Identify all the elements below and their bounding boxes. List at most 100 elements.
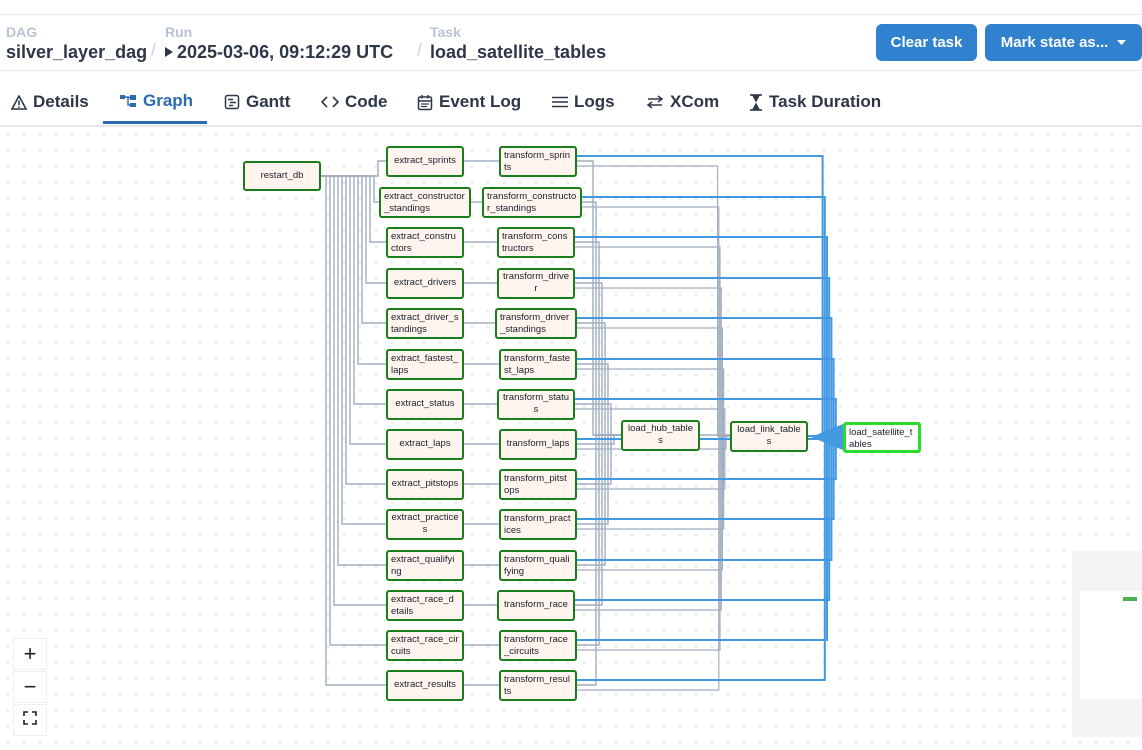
task-node-extract[interactable]: extract_status bbox=[386, 388, 464, 420]
tab-graph[interactable]: Graph bbox=[103, 80, 207, 124]
edge-transform-to-link bbox=[577, 435, 730, 571]
task-node-extract[interactable]: extract_drivers bbox=[386, 267, 464, 299]
minimap-node-marker bbox=[1123, 597, 1137, 601]
task-node-extract[interactable]: extract_fastest_laps bbox=[386, 348, 464, 380]
mark-state-label: Mark state as... bbox=[1000, 34, 1109, 51]
edge-transform-to-link bbox=[577, 435, 730, 651]
minimap-viewport bbox=[1080, 591, 1142, 699]
task-node-transform[interactable]: transform_sprints bbox=[499, 145, 577, 177]
chevron-down-icon bbox=[1117, 39, 1127, 46]
task-node-extract[interactable]: extract_results bbox=[386, 669, 464, 701]
task-node-extract[interactable]: extract_practices bbox=[386, 508, 464, 540]
dag-graph-canvas[interactable]: restart_db extract_sprints extract_constru… bbox=[0, 127, 1142, 750]
tab-gantt[interactable]: Gantt bbox=[224, 80, 290, 124]
header-divider bbox=[0, 70, 1142, 71]
breadcrumb-run-value[interactable]: 2025-03-06, 09:12:29 UTC bbox=[177, 41, 393, 63]
code-icon bbox=[321, 96, 339, 108]
breadcrumb-separator: / bbox=[151, 40, 157, 60]
edge-transform-to-satellite bbox=[575, 236, 831, 438]
breadcrumb-run[interactable]: Run 2025-03-06, 09:12:29 UTC bbox=[165, 25, 393, 63]
tab-details-label: Details bbox=[33, 92, 89, 111]
task-node-transform[interactable]: transform_race bbox=[497, 589, 575, 621]
tab-code[interactable]: Code bbox=[321, 80, 388, 124]
task-node-load-hub-tables[interactable]: load_hub_tables bbox=[621, 419, 700, 451]
calendar-icon bbox=[417, 94, 433, 111]
edge-transform-to-hub bbox=[577, 434, 621, 646]
breadcrumb-separator: / bbox=[417, 40, 423, 60]
breadcrumb-task-value[interactable]: load_satellite_tables bbox=[430, 41, 606, 63]
breadcrumb-dag-value[interactable]: silver_layer_dag bbox=[6, 41, 147, 63]
breadcrumb-task[interactable]: Task load_satellite_tables bbox=[430, 25, 606, 63]
breadcrumb-dag-label: DAG bbox=[6, 24, 38, 40]
task-node-transform[interactable]: transform_driver_standings bbox=[495, 307, 577, 339]
arrows-icon bbox=[646, 95, 664, 109]
breadcrumb-run-label: Run bbox=[165, 24, 193, 40]
mark-state-button[interactable]: Mark state as... bbox=[985, 24, 1142, 61]
breadcrumb-dag[interactable]: DAG silver_layer_dag bbox=[6, 25, 147, 63]
edge-transform-to-hub bbox=[575, 241, 621, 436]
clear-task-button[interactable]: Clear task bbox=[876, 24, 977, 61]
fit-view-icon bbox=[23, 710, 37, 730]
edge-transform-to-satellite bbox=[577, 155, 831, 438]
tab-gantt-label: Gantt bbox=[246, 92, 291, 111]
edge-transform-to-link bbox=[575, 246, 730, 437]
zoom-out-button[interactable]: − bbox=[13, 671, 47, 703]
task-node-extract[interactable]: extract_pitstops bbox=[386, 468, 464, 500]
zoom-in-button[interactable]: + bbox=[13, 638, 47, 670]
warning-icon bbox=[11, 94, 27, 110]
tab-graph-label: Graph bbox=[143, 90, 194, 110]
task-node-transform[interactable]: transform_driver bbox=[497, 267, 575, 299]
task-node-transform[interactable]: transform_race_circuits bbox=[499, 629, 577, 661]
list-icon bbox=[552, 96, 568, 108]
tab-event-log-label: Event Log bbox=[439, 92, 522, 111]
edge-transform-to-link bbox=[575, 435, 730, 611]
edge-root-to-extract bbox=[321, 175, 386, 405]
tab-xcom[interactable]: XCom bbox=[646, 80, 719, 124]
task-node-transform[interactable]: transform_laps bbox=[499, 428, 577, 460]
task-node-transform[interactable]: transform_constructor_standings bbox=[482, 186, 582, 218]
task-node-extract[interactable]: extract_driver_standings bbox=[386, 307, 464, 339]
caret-right-icon bbox=[165, 47, 173, 57]
task-node-extract[interactable]: extract_constructors bbox=[386, 226, 464, 258]
task-node-transform[interactable]: transform_fastest_laps bbox=[499, 348, 577, 380]
task-node-extract[interactable]: extract_race_details bbox=[386, 589, 464, 621]
edge-transform-to-link bbox=[582, 206, 730, 437]
edge-transform-to-link bbox=[575, 287, 730, 437]
task-node-extract[interactable]: extract_qualifying bbox=[386, 549, 464, 581]
edge-transform-to-link bbox=[577, 435, 730, 691]
task-node-extract[interactable]: extract_constructor_standings bbox=[379, 186, 471, 218]
task-node-load-satellite-tables[interactable]: load_satellite_tables bbox=[843, 421, 921, 453]
edge-transform-to-satellite bbox=[577, 317, 833, 438]
tab-logs[interactable]: Logs bbox=[552, 80, 615, 124]
tab-task-duration-label: Task Duration bbox=[769, 92, 882, 111]
task-node-extract[interactable]: extract_laps bbox=[386, 428, 464, 460]
task-node-transform[interactable]: transform_pitstops bbox=[499, 468, 577, 500]
tab-logs-label: Logs bbox=[574, 92, 615, 111]
graph-icon bbox=[119, 94, 137, 108]
edge-transform-to-satellite bbox=[575, 277, 831, 438]
task-node-transform[interactable]: transform_status bbox=[497, 388, 575, 420]
task-node-load-link-tables[interactable]: load_link_tables bbox=[730, 420, 808, 452]
gantt-icon bbox=[224, 94, 240, 110]
edge-root-to-extract bbox=[321, 160, 386, 177]
tab-bar: Details Graph Gantt Code Event Log Logs … bbox=[0, 80, 1142, 126]
task-node-transform[interactable]: transform_practices bbox=[499, 508, 577, 540]
tab-xcom-label: XCom bbox=[670, 92, 720, 111]
fit-view-button[interactable] bbox=[13, 704, 47, 736]
edge-transform-to-satellite bbox=[577, 436, 831, 681]
breadcrumb-task-label: Task bbox=[430, 24, 461, 40]
hourglass-icon bbox=[749, 93, 763, 111]
top-strip bbox=[0, 0, 1142, 15]
tab-event-log[interactable]: Event Log bbox=[417, 80, 521, 124]
task-node-extract[interactable]: extract_race_circuits bbox=[386, 629, 464, 661]
tab-code-label: Code bbox=[345, 92, 388, 111]
edge-transform-to-satellite bbox=[577, 436, 833, 561]
tab-task-duration[interactable]: Task Duration bbox=[749, 80, 881, 124]
task-node-extract[interactable]: extract_sprints bbox=[386, 145, 464, 177]
task-node-transform[interactable]: transform_qualifying bbox=[499, 549, 577, 581]
task-node-transform[interactable]: transform_constructors bbox=[497, 226, 575, 258]
tab-details[interactable]: Details bbox=[11, 80, 89, 124]
task-node-restart-db[interactable]: restart_db bbox=[243, 161, 321, 191]
minimap[interactable] bbox=[1072, 551, 1142, 737]
task-node-transform[interactable]: transform_results bbox=[499, 669, 577, 701]
